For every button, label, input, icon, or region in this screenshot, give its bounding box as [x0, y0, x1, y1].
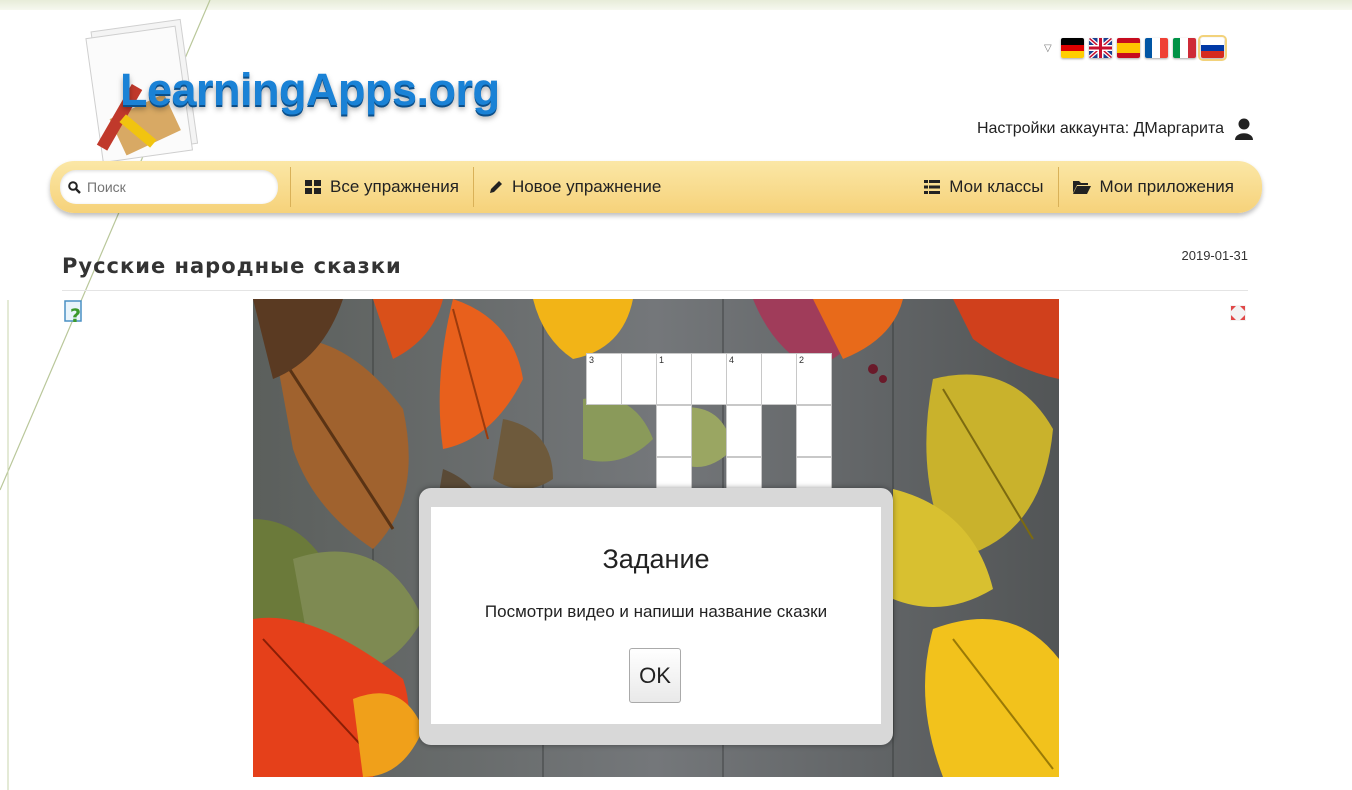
flag-germany-icon[interactable]	[1060, 38, 1084, 58]
task-dialog: Задание Посмотри видео и напиши название…	[419, 488, 893, 745]
cell-number: 4	[729, 355, 735, 365]
crossword-cell[interactable]: 3	[586, 353, 622, 405]
crossword-cell[interactable]	[691, 353, 727, 405]
crossword-cell[interactable]	[621, 353, 657, 405]
nav-my-classes[interactable]: Мои классы	[910, 161, 1057, 213]
flag-uk-icon[interactable]	[1088, 38, 1112, 58]
crossword-cell[interactable]: 1	[656, 353, 692, 405]
list-icon	[924, 180, 941, 194]
fullscreen-icon[interactable]	[1230, 305, 1246, 321]
search-box[interactable]	[60, 170, 278, 204]
crossword-cell[interactable]	[656, 405, 692, 457]
task-dialog-text: Посмотри видео и напиши название сказки	[484, 602, 828, 621]
task-dialog-body: Задание Посмотри видео и напиши название…	[431, 507, 881, 724]
svg-text:?: ?	[70, 305, 81, 326]
account-label[interactable]: Настройки аккаунта: ДМаргарита	[977, 120, 1224, 138]
logo-text[interactable]: LearningApps.org	[120, 64, 500, 116]
page-title: Русские народные сказки	[62, 254, 402, 278]
main-navbar: Все упражнения Новое упражнение Мои клас…	[50, 161, 1262, 213]
crossword-cell[interactable]: 2	[796, 353, 832, 405]
crossword-cell[interactable]	[726, 405, 762, 457]
crossword-cell[interactable]	[761, 353, 797, 405]
nav-my-apps-label[interactable]: Мои приложения	[1100, 177, 1234, 197]
nav-my-apps[interactable]: Мои приложения	[1059, 161, 1262, 213]
cell-number: 1	[659, 355, 665, 365]
grid-icon	[305, 180, 321, 194]
cell-number: 2	[799, 355, 805, 365]
nav-new-exercise-label[interactable]: Новое упражнение	[512, 177, 661, 197]
nav-new-exercise[interactable]: Новое упражнение	[474, 161, 675, 213]
pencil-icon	[489, 180, 502, 193]
account-settings[interactable]: Настройки аккаунта: ДМаргарита	[977, 116, 1254, 142]
task-dialog-title: Задание	[602, 544, 710, 574]
title-row: Русские народные сказки 2019-01-31	[62, 248, 1248, 291]
nav-all-exercises[interactable]: Все упражнения	[291, 161, 473, 213]
search-input[interactable]	[85, 178, 259, 196]
publish-date: 2019-01-31	[1181, 248, 1249, 263]
flag-spain-icon[interactable]	[1116, 38, 1140, 58]
nav-all-exercises-label[interactable]: Все упражнения	[330, 177, 459, 197]
user-icon[interactable]	[1234, 118, 1254, 140]
language-selector[interactable]: ▽	[1044, 34, 1227, 62]
flag-russia-icon[interactable]	[1197, 35, 1227, 61]
crossword-cell[interactable]	[796, 405, 832, 457]
cell-number: 3	[589, 355, 595, 365]
search-icon	[68, 180, 81, 194]
flag-france-icon[interactable]	[1144, 38, 1168, 58]
help-icon[interactable]: ?	[64, 300, 86, 326]
nav-my-classes-label[interactable]: Мои классы	[949, 177, 1043, 197]
ok-button[interactable]: OK	[629, 648, 681, 703]
app-frame[interactable]: 3 1 4 2 Задание Посмотри видео и напиши …	[253, 299, 1059, 777]
dropdown-arrow-icon[interactable]: ▽	[1044, 43, 1052, 54]
folder-open-icon	[1072, 181, 1091, 194]
flag-italy-icon[interactable]	[1172, 38, 1196, 58]
crossword-cell[interactable]: 4	[726, 353, 762, 405]
